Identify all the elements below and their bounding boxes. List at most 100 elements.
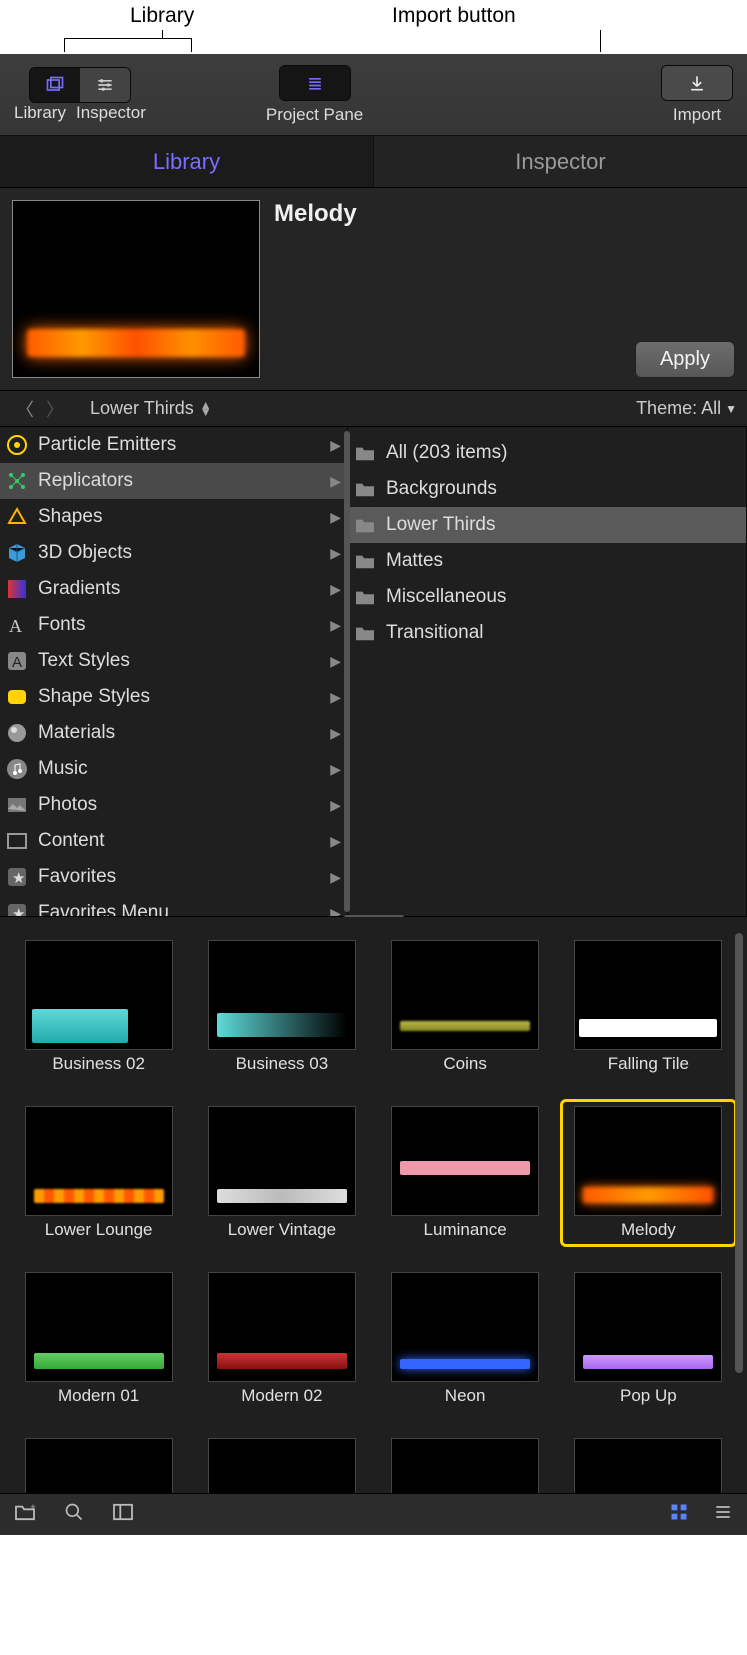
grid-item[interactable] [377, 1431, 554, 1493]
browser-columns: Particle Emitters▶Replicators▶Shapes▶3D … [0, 427, 747, 917]
category-row-photos[interactable]: Photos▶ [0, 787, 347, 823]
grid-item[interactable] [10, 1431, 187, 1493]
category-label: Shape Styles [38, 686, 150, 708]
category-row-content[interactable]: Content▶ [0, 823, 347, 859]
grid-scrollbar[interactable] [735, 933, 743, 1373]
grid-item[interactable]: Lower Lounge [10, 1099, 187, 1247]
category-row-favorites-menu[interactable]: ★Favorites Menu▶ [0, 895, 347, 916]
category-row-shape-styles[interactable]: Shape Styles▶ [0, 679, 347, 715]
grid-item[interactable] [193, 1431, 370, 1493]
tab-library[interactable]: Library [0, 136, 374, 187]
grid-thumbnail [391, 1438, 539, 1493]
tab-inspector[interactable]: Inspector [374, 136, 747, 187]
apply-button[interactable]: Apply [635, 341, 735, 378]
subcategory-label: Transitional [386, 622, 484, 644]
grid-item[interactable]: Modern 01 [10, 1265, 187, 1413]
category-row-text-styles[interactable]: AText Styles▶ [0, 643, 347, 679]
grid-item[interactable]: Lower Vintage [193, 1099, 370, 1247]
category-label: Replicators [38, 470, 133, 492]
search-button[interactable] [64, 1502, 84, 1527]
category-column[interactable]: Particle Emitters▶Replicators▶Shapes▶3D … [0, 427, 348, 916]
callout-import-label: Import button [392, 4, 516, 28]
content-grid: Business 02Business 03CoinsFalling TileL… [10, 933, 737, 1493]
chevron-right-icon: ▶ [330, 509, 341, 526]
subcategory-row[interactable]: Transitional [348, 615, 746, 651]
grid-item-label: Melody [621, 1220, 676, 1240]
category-row-favorites[interactable]: ★Favorites▶ [0, 859, 347, 895]
grid-item[interactable]: Business 02 [10, 933, 187, 1081]
grid-icon [669, 1502, 689, 1522]
column-scrollbar[interactable] [344, 431, 350, 912]
svg-text:★: ★ [12, 906, 25, 916]
grid-item[interactable]: Neon [377, 1265, 554, 1413]
path-location-popup[interactable]: Lower Thirds ▲▼ [90, 398, 212, 419]
library-toggle-button[interactable] [30, 68, 80, 102]
grid-item[interactable]: Melody [560, 1099, 737, 1247]
grid-item[interactable]: Luminance [377, 1099, 554, 1247]
grid-item[interactable]: Modern 02 [193, 1265, 370, 1413]
import-button[interactable] [662, 66, 732, 100]
shapestyle-icon [4, 684, 30, 710]
grid-thumbnail [391, 940, 539, 1050]
category-label: Music [38, 758, 88, 780]
grid-item[interactable]: Pop Up [560, 1265, 737, 1413]
grid-thumbnail [25, 1272, 173, 1382]
gradient-icon [4, 576, 30, 602]
grid-thumbnail [25, 1106, 173, 1216]
bottom-bar: + [0, 1493, 747, 1535]
category-row-materials[interactable]: Materials▶ [0, 715, 347, 751]
import-group: Import [661, 65, 733, 125]
category-row-replicators[interactable]: Replicators▶ [0, 463, 347, 499]
grid-view-button[interactable] [669, 1502, 689, 1527]
preview-info: Melody Apply [274, 200, 735, 378]
category-row-particle-emitters[interactable]: Particle Emitters▶ [0, 427, 347, 463]
folder-icon [352, 476, 378, 502]
subcategory-row[interactable]: Mattes [348, 543, 746, 579]
subcategory-row[interactable]: Miscellaneous [348, 579, 746, 615]
category-label: Fonts [38, 614, 86, 636]
category-row-fonts[interactable]: AFonts▶ [0, 607, 347, 643]
grid-item[interactable]: Falling Tile [560, 933, 737, 1081]
category-row-music[interactable]: Music▶ [0, 751, 347, 787]
chevron-right-icon: ▶ [330, 653, 341, 670]
sidebar-toggle-button[interactable] [112, 1503, 134, 1526]
theme-selector[interactable]: Theme: All ▼ [636, 398, 737, 419]
grid-item[interactable]: Business 03 [193, 933, 370, 1081]
import-label: Import [673, 105, 721, 125]
tab-library-label: Library [153, 149, 220, 175]
category-row-shapes[interactable]: Shapes▶ [0, 499, 347, 535]
chevron-right-icon: ▶ [330, 833, 341, 850]
subcategory-label: Backgrounds [386, 478, 497, 500]
inspector-toggle-button[interactable] [80, 68, 130, 102]
chevron-right-icon: ▶ [330, 725, 341, 742]
chevron-right-icon: ▶ [330, 581, 341, 598]
category-row-3d-objects[interactable]: 3D Objects▶ [0, 535, 347, 571]
preview-graphic [27, 329, 245, 357]
grid-item[interactable]: Coins [377, 933, 554, 1081]
favorites-icon: ★ [4, 864, 30, 890]
nav-forward-button[interactable]: 〉 [40, 396, 70, 422]
list-view-button[interactable] [713, 1502, 733, 1527]
grid-item[interactable] [560, 1431, 737, 1493]
project-pane-group: Project Pane [266, 65, 363, 125]
svg-text:A: A [9, 616, 22, 636]
category-label: Favorites [38, 866, 116, 888]
folder-icon [352, 620, 378, 646]
annotation-callouts: Library Import button [0, 0, 747, 54]
list-icon [713, 1502, 733, 1522]
chevron-down-icon: ▼ [725, 402, 737, 416]
category-label: Photos [38, 794, 97, 816]
music-icon [4, 756, 30, 782]
replicator-icon [4, 468, 30, 494]
category-label: Text Styles [38, 650, 130, 672]
grid-item-label: Coins [443, 1054, 486, 1074]
folder-icon [352, 584, 378, 610]
category-row-gradients[interactable]: Gradients▶ [0, 571, 347, 607]
subcategory-column[interactable]: All (203 items) Backgrounds Lower ThirdsMa… [348, 427, 747, 916]
nav-back-button[interactable]: 〈 [10, 396, 40, 422]
project-pane-button[interactable] [280, 66, 350, 100]
subcategory-row[interactable]: Backgrounds [348, 471, 746, 507]
new-folder-button[interactable]: + [14, 1503, 36, 1526]
subcategory-row[interactable]: Lower Thirds [348, 507, 746, 543]
subcategory-row[interactable]: All (203 items) [348, 435, 746, 471]
